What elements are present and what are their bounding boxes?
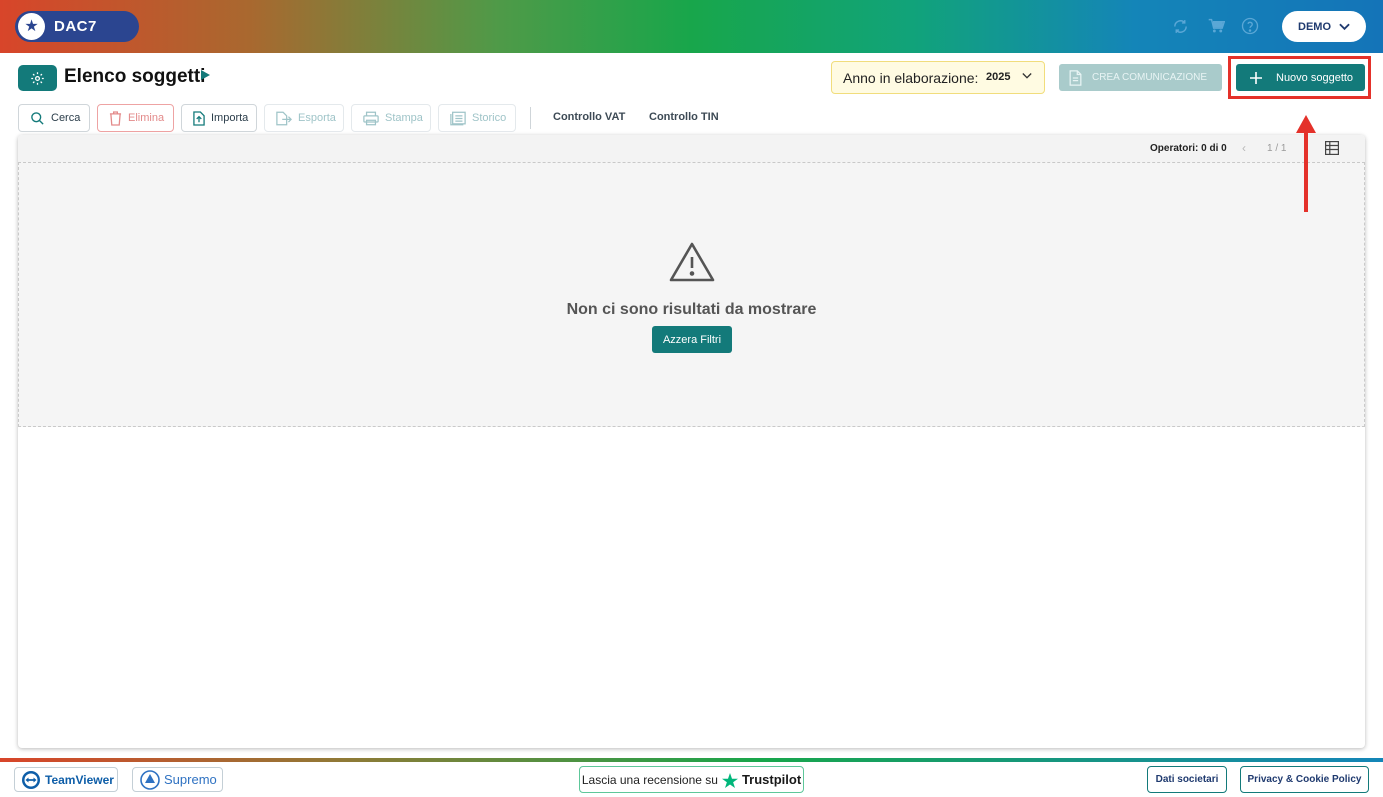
stampa-label: Stampa	[385, 112, 423, 124]
annotation-arrow	[1304, 128, 1308, 212]
crea-comunicazione-button[interactable]: CREA COMUNICAZIONE	[1059, 64, 1222, 91]
gear-icon	[31, 71, 44, 85]
search-icon	[31, 111, 44, 125]
results-header: Operatori: 0 di 0 ‹ 1 / 1	[18, 135, 1365, 162]
empty-message: Non ci sono risultati da mostrare	[566, 301, 817, 318]
import-file-icon	[193, 110, 205, 126]
azzera-filtri-button[interactable]: Azzera Filtri	[652, 326, 732, 353]
settings-button[interactable]	[18, 65, 57, 91]
supremo-logo-icon	[140, 769, 160, 790]
cerca-label: Cerca	[51, 112, 81, 124]
nuovo-soggetto-button[interactable]: Nuovo soggetto	[1236, 64, 1365, 91]
user-menu-button[interactable]: DEMO	[1282, 11, 1366, 42]
controllo-vat-link[interactable]: Controllo VAT	[553, 111, 625, 123]
user-menu-label: DEMO	[1298, 20, 1331, 33]
operatori-count: Operatori: 0 di 0	[1150, 143, 1227, 154]
trustpilot-star-icon	[721, 772, 738, 788]
chevron-left-icon[interactable]: ‹	[1242, 141, 1246, 155]
storico-label: Storico	[472, 112, 507, 124]
trustpilot-review-button[interactable]: Lascia una recensione su Trustpilot	[579, 766, 804, 793]
logo-text: DAC7	[54, 18, 97, 35]
page-title: Elenco soggetti	[64, 66, 206, 87]
results-panel: Operatori: 0 di 0 ‹ 1 / 1 Non ci sono ri…	[18, 135, 1365, 748]
crea-comunicazione-label: CREA COMUNICAZIONE	[1092, 72, 1208, 83]
cart-icon[interactable]	[1207, 17, 1225, 35]
footer-gradient-line	[0, 758, 1383, 762]
teamviewer-label: TeamViewer	[45, 772, 114, 787]
empty-state: Non ci sono risultati da mostrare Azzera…	[18, 162, 1365, 427]
cerca-button[interactable]: Cerca	[18, 104, 90, 132]
teamviewer-logo-icon	[22, 770, 40, 789]
year-selector[interactable]: Anno in elaborazione: 2025	[831, 61, 1045, 94]
trustpilot-label: Trustpilot	[741, 772, 802, 787]
controllo-tin-link[interactable]: Controllo TIN	[649, 111, 719, 123]
table-columns-icon[interactable]	[1325, 141, 1339, 155]
toolbar-divider	[530, 107, 531, 129]
year-label: Anno in elaborazione:	[843, 69, 979, 86]
stampa-button[interactable]: Stampa	[351, 104, 431, 132]
esporta-button[interactable]: Esporta	[264, 104, 344, 132]
chevron-down-icon	[1022, 73, 1032, 79]
dati-societari-button[interactable]: Dati societari	[1147, 766, 1227, 793]
export-file-icon	[276, 111, 292, 125]
trash-icon	[109, 110, 122, 126]
esporta-label: Esporta	[298, 112, 336, 124]
printer-icon	[363, 111, 379, 125]
play-icon[interactable]	[201, 70, 210, 80]
importa-button[interactable]: Importa	[181, 104, 257, 132]
importa-label: Importa	[211, 112, 249, 124]
refresh-icon[interactable]	[1171, 17, 1189, 35]
supremo-button[interactable]: Supremo	[132, 767, 223, 792]
plus-icon	[1250, 71, 1262, 84]
star-logo-icon: ★	[18, 13, 45, 40]
year-value: 2025	[986, 71, 1011, 83]
warning-icon	[669, 242, 715, 282]
top-header: ★ DAC7 DEMO	[0, 0, 1383, 53]
help-icon[interactable]	[1241, 17, 1259, 35]
elimina-label: Elimina	[128, 112, 165, 124]
supremo-label: Supremo	[164, 772, 217, 787]
history-list-icon	[450, 111, 466, 125]
document-icon	[1069, 69, 1082, 86]
pagination-info: 1 / 1	[1267, 143, 1287, 154]
chevron-down-icon	[1339, 23, 1350, 30]
review-prefix: Lascia una recensione su	[581, 772, 718, 787]
app-logo[interactable]: ★ DAC7	[15, 11, 139, 42]
elimina-button[interactable]: Elimina	[97, 104, 174, 132]
teamviewer-button[interactable]: TeamViewer	[14, 767, 118, 792]
storico-button[interactable]: Storico	[438, 104, 516, 132]
nuovo-soggetto-label: Nuovo soggetto	[1276, 71, 1354, 84]
privacy-policy-button[interactable]: Privacy & Cookie Policy	[1240, 766, 1369, 793]
